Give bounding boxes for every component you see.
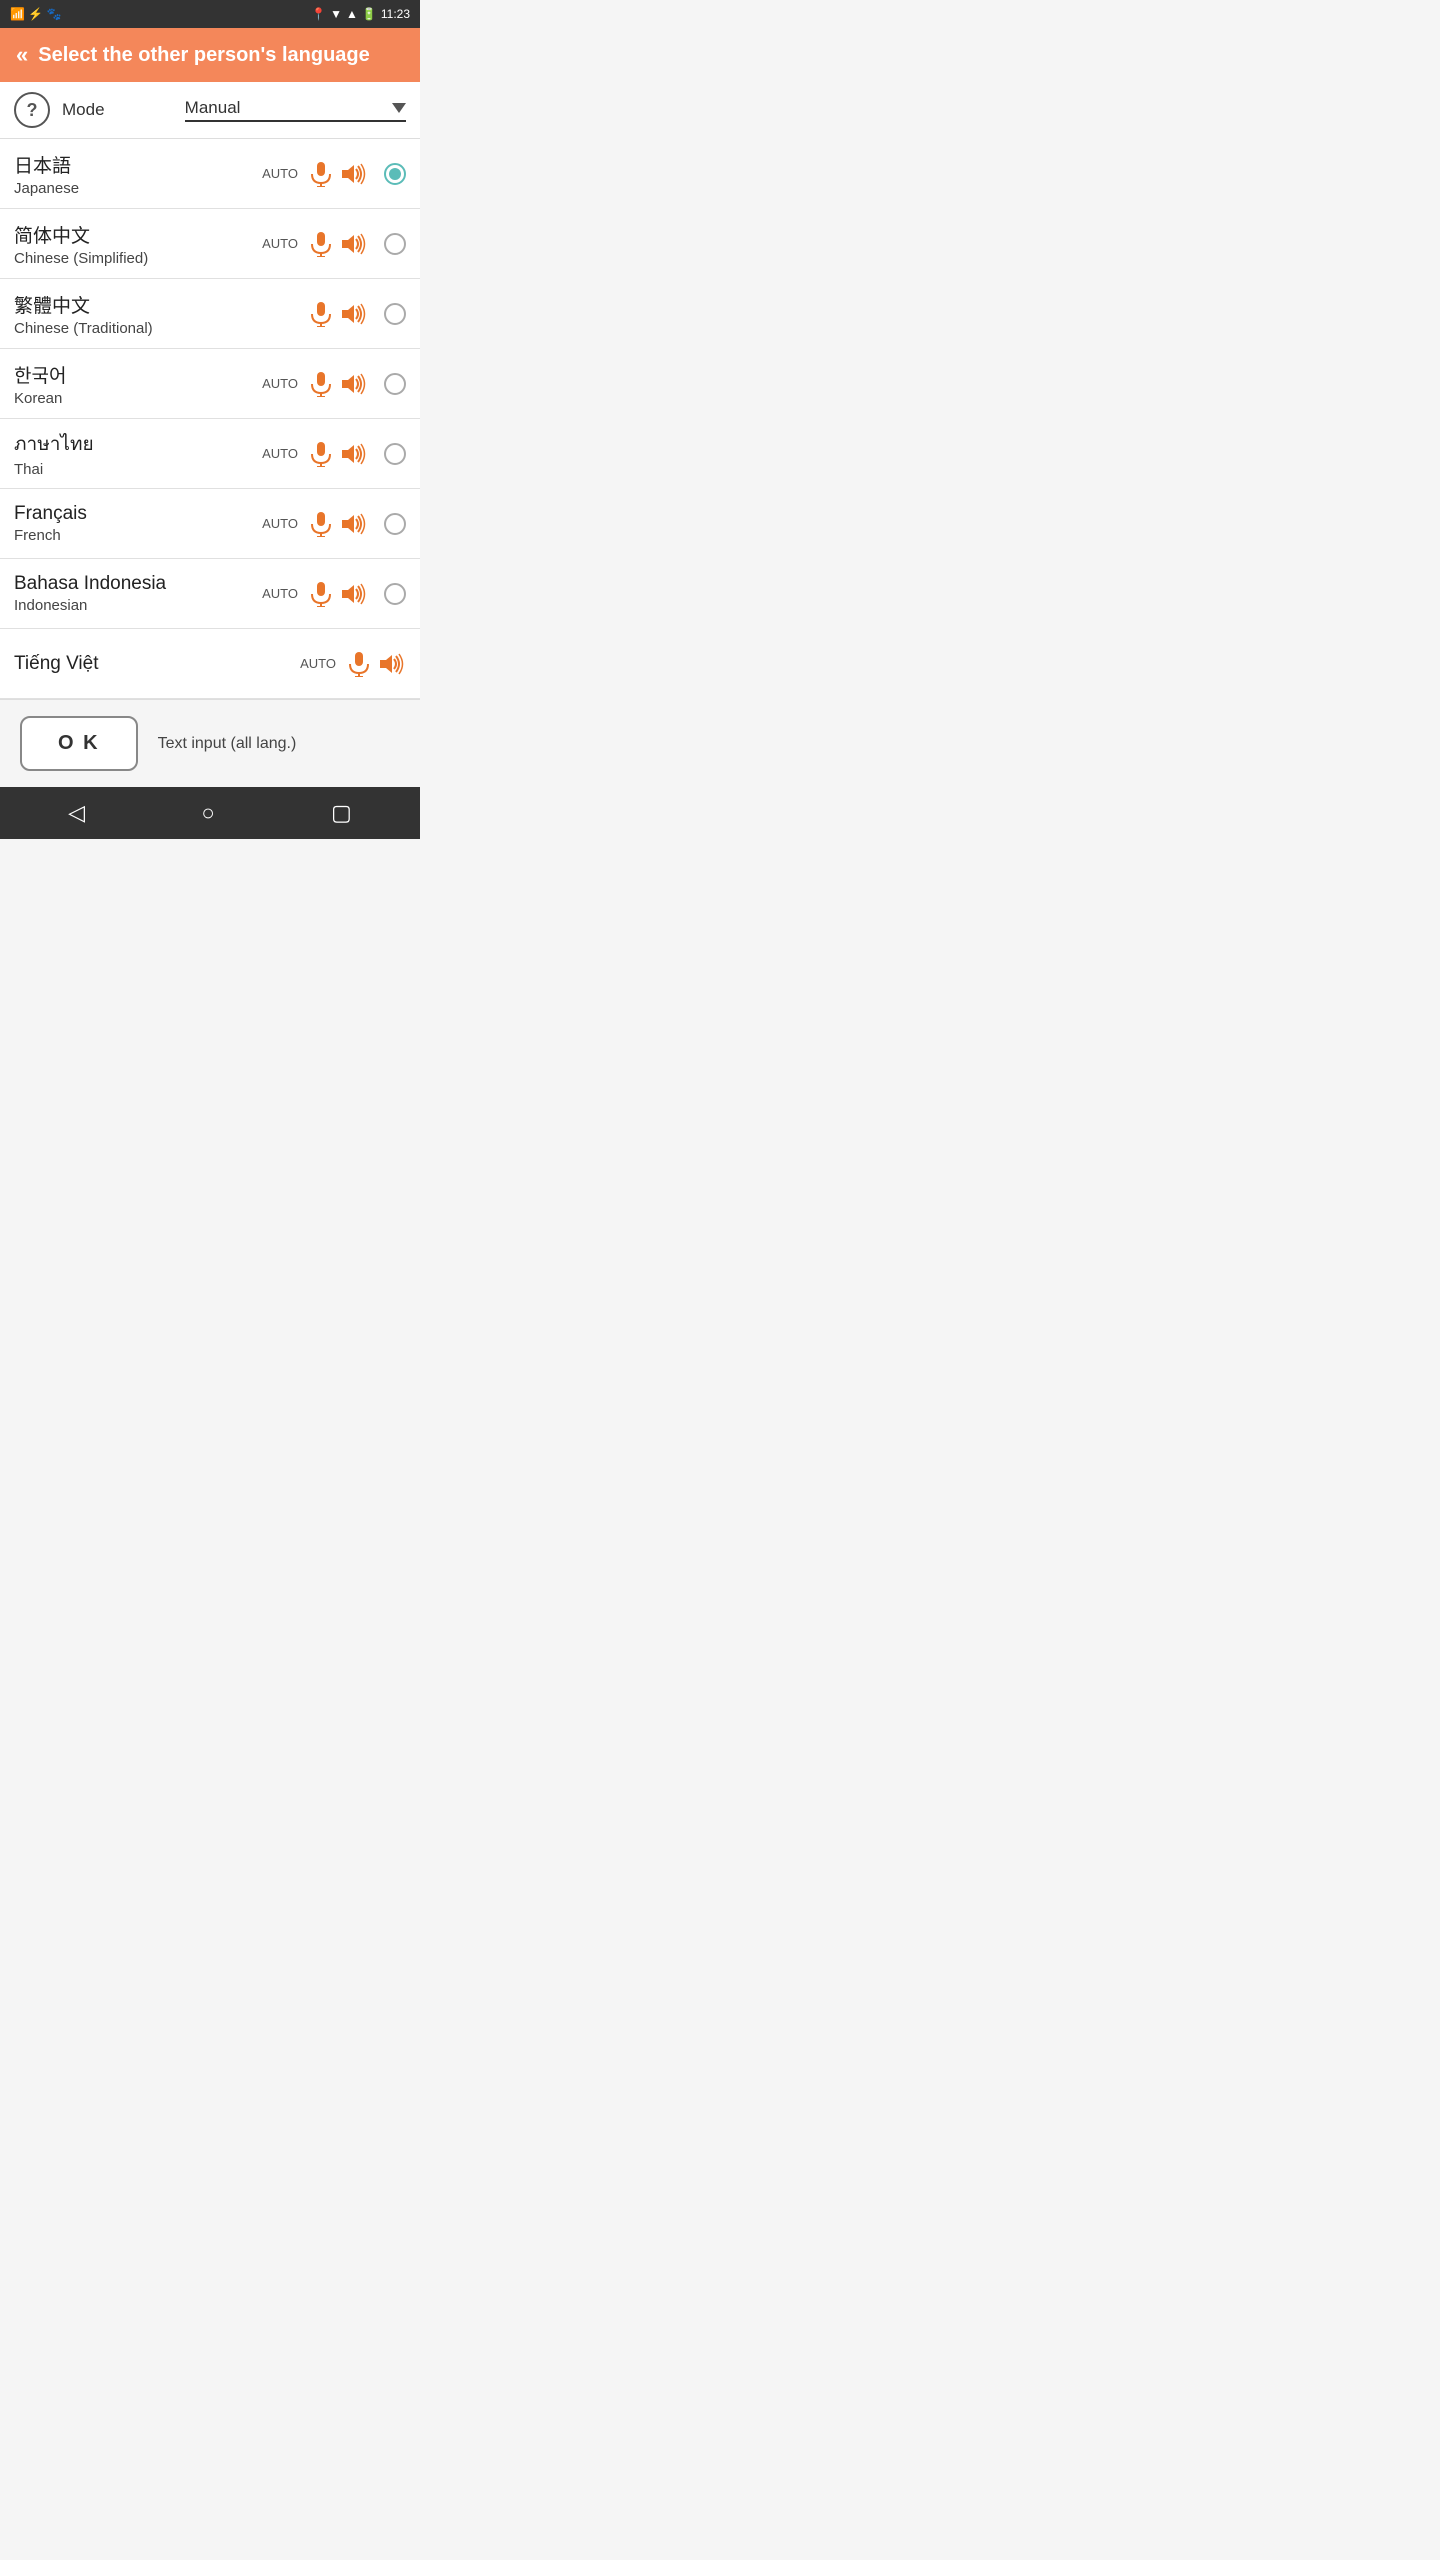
language-text: 简体中文 Chinese (Simplified) — [14, 221, 262, 267]
language-native-name: 한국어 — [14, 361, 262, 388]
auto-label: AUTO — [262, 516, 298, 531]
radio-button[interactable] — [384, 163, 406, 185]
mic-icon[interactable] — [310, 581, 332, 607]
mode-label: Mode — [62, 100, 173, 120]
ok-button[interactable]: O K — [20, 716, 138, 771]
language-icons: AUTO — [262, 371, 406, 397]
language-row[interactable]: 简体中文 Chinese (Simplified)AUTO — [0, 209, 420, 279]
speaker-icon[interactable] — [340, 583, 368, 605]
status-left: 📶 ⚡ 🐾 — [10, 7, 62, 21]
auto-label: AUTO — [300, 656, 336, 671]
text-input-label: Text input (all lang.) — [158, 735, 297, 753]
speaker-icon[interactable] — [340, 513, 368, 535]
speaker-icon[interactable] — [378, 653, 406, 675]
language-icons: AUTO — [300, 651, 406, 677]
language-english-name: Thai — [14, 461, 262, 478]
language-english-name: Korean — [14, 390, 262, 407]
mic-icon[interactable] — [310, 441, 332, 467]
language-native-name: 繁體中文 — [14, 291, 310, 318]
mic-icon[interactable] — [348, 651, 370, 677]
radio-button[interactable] — [384, 583, 406, 605]
mic-icon[interactable] — [310, 511, 332, 537]
auto-label: AUTO — [262, 236, 298, 251]
speaker-icon[interactable] — [340, 163, 368, 185]
language-row[interactable]: 繁體中文 Chinese (Traditional) — [0, 279, 420, 349]
language-native-name: Bahasa Indonesia — [14, 573, 262, 595]
language-native-name: 日本語 — [14, 151, 262, 178]
auto-label: AUTO — [262, 446, 298, 461]
speaker-icon[interactable] — [340, 233, 368, 255]
mode-row: ? Mode Manual — [0, 82, 420, 139]
page-title: Select the other person's language — [38, 44, 370, 67]
app-header: « Select the other person's language — [0, 28, 420, 82]
back-nav-icon[interactable]: ◁ — [68, 800, 85, 826]
language-text: 日本語 Japanese — [14, 151, 262, 197]
language-row[interactable]: Tiếng ViệtAUTO — [0, 629, 420, 699]
language-text: 한국어 Korean — [14, 361, 262, 407]
radio-button[interactable] — [384, 513, 406, 535]
language-english-name: Indonesian — [14, 597, 262, 614]
bottom-bar: O K Text input (all lang.) — [0, 699, 420, 787]
location-icon: 📍 — [311, 7, 326, 21]
language-text: Français French — [14, 503, 262, 544]
recent-nav-icon[interactable]: ▢ — [331, 800, 352, 826]
mode-value: Manual — [185, 98, 241, 118]
language-native-name: 简体中文 — [14, 221, 262, 248]
wifi-icon: ▲ — [346, 7, 358, 21]
battery-icon: 🔋 — [362, 7, 377, 21]
status-bar: 📶 ⚡ 🐾 📍 ▼ ▲ 🔋 11:23 — [0, 0, 420, 28]
language-english-name: French — [14, 527, 262, 544]
language-native-name: Tiếng Việt — [14, 653, 300, 675]
language-list: 日本語JapaneseAUTO 简体中文Chinese (Simplified)… — [0, 139, 420, 699]
language-row[interactable]: 日本語 JapaneseAUTO — [0, 139, 420, 209]
signal-icon: ▼ — [330, 7, 342, 21]
nav-bar: ◁ ○ ▢ — [0, 787, 420, 839]
language-english-name: Chinese (Simplified) — [14, 250, 262, 267]
dropdown-arrow-icon — [392, 103, 406, 113]
mic-icon[interactable] — [310, 301, 332, 327]
language-row[interactable]: ภาษาไทย ThaiAUTO — [0, 419, 420, 489]
home-nav-icon[interactable]: ○ — [201, 800, 214, 826]
language-english-name: Japanese — [14, 180, 262, 197]
radio-button[interactable] — [384, 373, 406, 395]
language-icons: AUTO — [262, 441, 406, 467]
language-icons — [310, 301, 406, 327]
mic-icon[interactable] — [310, 161, 332, 187]
language-icons: AUTO — [262, 231, 406, 257]
auto-label: AUTO — [262, 166, 298, 181]
language-native-name: Français — [14, 503, 262, 525]
language-text: Bahasa Indonesia Indonesian — [14, 573, 262, 614]
speaker-icon[interactable] — [340, 303, 368, 325]
radio-button[interactable] — [384, 303, 406, 325]
language-text: ภาษาไทย Thai — [14, 429, 262, 478]
language-text: 繁體中文 Chinese (Traditional) — [14, 291, 310, 337]
radio-button[interactable] — [384, 443, 406, 465]
auto-label: AUTO — [262, 376, 298, 391]
language-icons: AUTO — [262, 581, 406, 607]
time-display: 11:23 — [381, 7, 410, 21]
language-native-name: ภาษาไทย — [14, 429, 262, 459]
radio-button[interactable] — [384, 233, 406, 255]
language-icons: AUTO — [262, 511, 406, 537]
mic-icon[interactable] — [310, 231, 332, 257]
speaker-icon[interactable] — [340, 373, 368, 395]
language-row[interactable]: 한국어 KoreanAUTO — [0, 349, 420, 419]
mode-selector[interactable]: Manual — [185, 98, 406, 122]
language-english-name: Chinese (Traditional) — [14, 320, 310, 337]
language-icons: AUTO — [262, 161, 406, 187]
language-row[interactable]: Français FrenchAUTO — [0, 489, 420, 559]
language-text: Tiếng Việt — [14, 653, 300, 675]
back-button[interactable]: « — [16, 42, 28, 68]
notification-icons: 📶 ⚡ 🐾 — [10, 7, 62, 21]
help-icon[interactable]: ? — [14, 92, 50, 128]
status-right: 📍 ▼ ▲ 🔋 11:23 — [311, 7, 410, 21]
speaker-icon[interactable] — [340, 443, 368, 465]
mic-icon[interactable] — [310, 371, 332, 397]
auto-label: AUTO — [262, 586, 298, 601]
language-row[interactable]: Bahasa Indonesia IndonesianAUTO — [0, 559, 420, 629]
